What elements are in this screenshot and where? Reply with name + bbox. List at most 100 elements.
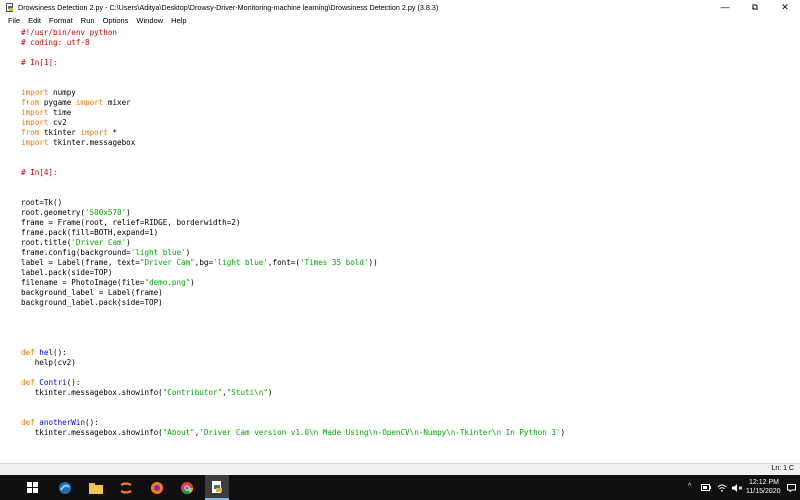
- notification-icon: [786, 483, 796, 492]
- tray-volume[interactable]: [731, 475, 743, 500]
- python-idle-icon: [212, 480, 222, 493]
- code-token: '500x570': [85, 208, 127, 217]
- minimize-button[interactable]: —: [710, 0, 740, 14]
- cursor-position: Ln: 1 C: [771, 465, 794, 472]
- code-token: ,bg=: [194, 258, 214, 267]
- code-line: from pygame import mixer: [21, 98, 131, 108]
- code-token: import: [21, 138, 49, 147]
- code-token: )): [368, 258, 378, 267]
- code-token: tkinter: [39, 128, 81, 137]
- code-token: 'Times 35 bold': [299, 258, 369, 267]
- code-token: "Contributor": [162, 388, 223, 397]
- tray-time[interactable]: 12:12 PM: [749, 479, 779, 486]
- code-token: frame.config(background=: [21, 248, 131, 257]
- code-token: root=Tk(): [21, 198, 63, 207]
- tray-notifications[interactable]: [784, 475, 798, 500]
- code-line: frame.config(background='light blue'): [21, 248, 190, 258]
- code-token: time: [48, 108, 72, 117]
- code-token: ():: [66, 378, 81, 387]
- menu-edit[interactable]: Edit: [28, 16, 41, 25]
- chrome-icon: [181, 481, 193, 494]
- code-token: tkinter.messagebox.showinfo(: [21, 388, 163, 397]
- tray-battery[interactable]: [700, 475, 712, 500]
- code-token: hel: [39, 348, 54, 357]
- close-button[interactable]: ✕: [770, 0, 800, 14]
- battery-icon: [701, 484, 711, 491]
- taskbar-file-explorer[interactable]: [85, 475, 107, 500]
- orange-app-icon: [120, 481, 132, 494]
- tray-date[interactable]: 11/15/2020: [746, 488, 781, 495]
- code-token: import: [21, 88, 49, 97]
- taskbar-app-3[interactable]: [115, 475, 137, 500]
- code-token: import: [21, 108, 49, 117]
- code-token: def: [21, 348, 35, 357]
- code-line: filename = PhotoImage(file="demo.png"): [21, 278, 195, 288]
- firefox-icon: [151, 481, 163, 494]
- code-line: # coding: utf-8: [21, 38, 90, 48]
- code-token: background_label = Label(frame): [21, 288, 163, 297]
- taskbar-firefox[interactable]: [146, 475, 168, 500]
- taskbar-app-1[interactable]: [54, 475, 76, 500]
- code-token: "About": [162, 428, 195, 437]
- window-title: Drowsiness Detection 2.py - C:\Users\Adi…: [18, 2, 439, 12]
- code-token: ():: [85, 418, 99, 427]
- code-line: label.pack(side=TOP): [21, 268, 112, 278]
- code-token: "Stuti\n": [226, 388, 268, 397]
- code-line: background_label = Label(frame): [21, 288, 163, 298]
- code-token: ): [190, 278, 195, 287]
- code-token: root.geometry(: [21, 208, 86, 217]
- code-token: tkinter.messagebox: [48, 138, 136, 147]
- code-line: label = Label(frame, text="Driver Cam",b…: [21, 258, 378, 268]
- code-token: # In[4]:: [21, 168, 58, 177]
- taskbar-python-idle[interactable]: [205, 475, 229, 500]
- status-bar: Ln: 1 C: [0, 463, 800, 475]
- code-line: import numpy: [21, 88, 76, 98]
- start-button[interactable]: [22, 475, 42, 500]
- code-token: ():: [53, 348, 67, 357]
- code-token: from: [21, 128, 40, 137]
- code-token: help(cv2): [21, 358, 76, 367]
- windows-logo-icon: [26, 482, 38, 493]
- code-token: from: [21, 98, 40, 107]
- volume-muted-icon: [731, 483, 742, 492]
- restore-button[interactable]: ⧉: [740, 0, 770, 14]
- code-token: def: [21, 418, 35, 427]
- code-token: tkinter.messagebox.showinfo(: [21, 428, 163, 437]
- code-token: # In[1]:: [21, 58, 58, 67]
- code-token: import: [21, 118, 49, 127]
- menu-options[interactable]: Options: [103, 16, 129, 25]
- menu-help[interactable]: Help: [171, 16, 186, 25]
- code-token: 'light blue': [213, 258, 268, 267]
- code-token: ): [126, 208, 131, 217]
- menu-file[interactable]: File: [8, 16, 20, 25]
- menu-format[interactable]: Format: [49, 16, 73, 25]
- menu-run[interactable]: Run: [81, 16, 95, 25]
- code-line: #!/usr/bin/env python: [21, 28, 117, 38]
- code-token: import: [75, 98, 104, 107]
- code-token: frame = Frame(root, relief=RIDGE, border…: [21, 218, 241, 227]
- code-line: import tkinter.messagebox: [21, 138, 135, 148]
- code-token: 'Driver Cam': [71, 238, 127, 247]
- menu-window[interactable]: Window: [136, 16, 163, 25]
- code-token: ): [185, 248, 191, 257]
- tray-network[interactable]: [716, 475, 728, 500]
- code-token: "Driver Cam": [139, 258, 195, 267]
- code-token: cv2: [48, 118, 67, 127]
- code-token: label = Label(frame, text=: [21, 258, 140, 267]
- menu-bar: File Edit Format Run Options Window Help: [0, 14, 800, 27]
- code-token: Contri: [39, 378, 67, 387]
- code-token: numpy: [48, 88, 76, 97]
- code-token: 'Driver Cam version v1.0\n Made Using\n-…: [199, 428, 561, 437]
- code-token: background_label.pack(side=TOP): [21, 298, 163, 307]
- tray-chevron-icon[interactable]: ^: [688, 483, 691, 490]
- taskbar-chrome[interactable]: [176, 475, 198, 500]
- code-token: frame.pack(fill=BOTH,expand=1): [21, 228, 159, 237]
- code-token: filename = PhotoImage(file=: [21, 278, 145, 287]
- swirl-app-icon: [59, 481, 71, 494]
- code-line: root=Tk(): [21, 198, 62, 208]
- taskbar: ^ 12:12 PM 11/15/2020: [0, 475, 800, 500]
- code-token: # coding: utf-8: [21, 38, 90, 47]
- code-line: from tkinter import *: [21, 128, 117, 138]
- code-editor[interactable]: #!/usr/bin/env python # coding: utf-8 # In…: [0, 28, 800, 463]
- code-line: # In[4]:: [21, 168, 58, 178]
